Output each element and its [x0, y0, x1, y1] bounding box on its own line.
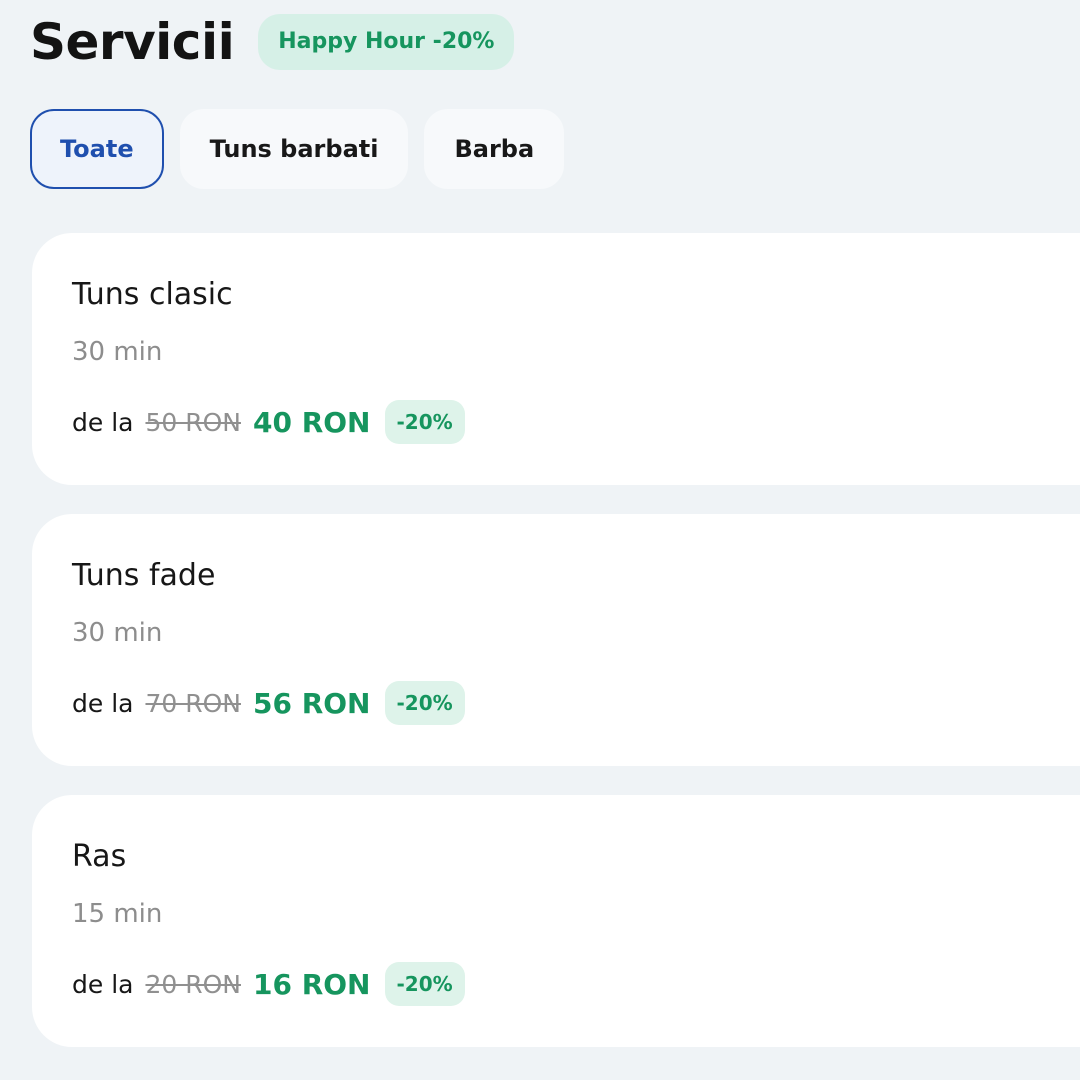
price-row: de la 20 RON 16 RON -20%: [72, 961, 465, 1007]
discount-badge: -20%: [384, 400, 465, 444]
service-duration: 15 min: [72, 899, 163, 929]
price-prefix: de la: [72, 407, 134, 437]
discounted-price: 40 RON: [252, 405, 371, 439]
discounted-price: 56 RON: [252, 686, 371, 720]
discounted-price: 16 RON: [252, 967, 371, 1001]
filter-chip-toate[interactable]: Toate: [30, 109, 164, 189]
filter-chip-barba[interactable]: Barba: [424, 109, 565, 189]
old-price: 20 RON: [145, 969, 241, 999]
discount-badge: -20%: [384, 962, 465, 1006]
price-row: de la 50 RON 40 RON -20%: [72, 399, 465, 445]
filter-chip-tuns-barbati[interactable]: Tuns barbati: [179, 109, 409, 189]
price-row: de la 70 RON 56 RON -20%: [72, 680, 465, 726]
service-name: Tuns clasic: [72, 277, 233, 312]
service-duration: 30 min: [72, 618, 163, 648]
page-header: Servicii Happy Hour -20%: [30, 6, 515, 78]
page-title: Servicii: [30, 13, 235, 71]
service-name: Ras: [72, 839, 127, 874]
service-name: Tuns fade: [72, 558, 216, 593]
old-price: 50 RON: [145, 407, 241, 437]
service-card-ras[interactable]: Ras 15 min de la 20 RON 16 RON -20%: [32, 795, 1080, 1047]
old-price: 70 RON: [145, 688, 241, 718]
service-card-tuns-fade[interactable]: Tuns fade 30 min de la 70 RON 56 RON -20…: [32, 514, 1080, 766]
happy-hour-badge: Happy Hour -20%: [258, 14, 515, 70]
category-filters: Toate Tuns barbati Barba: [30, 109, 565, 189]
service-duration: 30 min: [72, 337, 163, 367]
price-prefix: de la: [72, 688, 134, 718]
service-card-tuns-clasic[interactable]: Tuns clasic 30 min de la 50 RON 40 RON -…: [32, 233, 1080, 485]
discount-badge: -20%: [384, 681, 465, 725]
services-page: Servicii Happy Hour -20% Toate Tuns barb…: [0, 0, 1080, 1080]
price-prefix: de la: [72, 969, 134, 999]
